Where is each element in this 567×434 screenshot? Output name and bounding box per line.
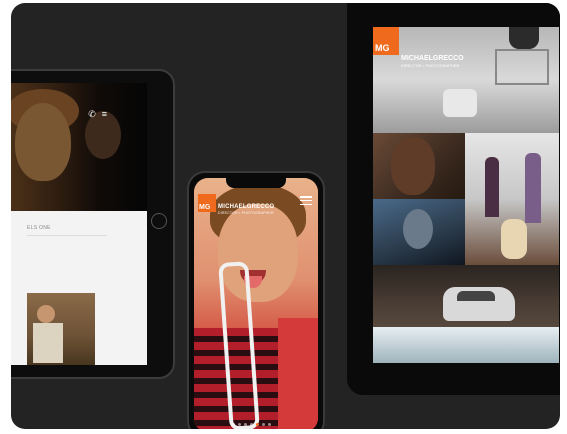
tile-person-1 [485, 157, 499, 217]
phone-logo[interactable]: MG [198, 194, 216, 212]
tile-car-window [457, 291, 495, 301]
left-thumbnail[interactable] [27, 293, 95, 365]
thumb-kid-body [33, 323, 63, 363]
phone-subtitle: DIRECTOR • PHOTOGRAPHER [218, 211, 274, 215]
left-caption: ELS ONE [27, 225, 51, 231]
home-button[interactable] [151, 213, 167, 229]
menu-icon[interactable] [300, 196, 312, 205]
gallery-tile-family[interactable] [465, 133, 559, 265]
left-nav: ✆ ≡ [88, 109, 107, 120]
right-tablet: MG MICHAELGRECCO DIRECTOR • PHOTOGRAPHER [347, 3, 560, 395]
tile-blue-face [403, 209, 433, 249]
gallery-tile-interior[interactable] [373, 27, 559, 133]
gallery-tile-car[interactable] [373, 265, 559, 363]
phone-pager[interactable] [232, 423, 271, 426]
pager-dot[interactable] [238, 423, 241, 426]
pager-dot[interactable] [250, 423, 253, 426]
phone-brand: MICHAELGRECCO [218, 204, 275, 210]
gallery-tile-portrait[interactable] [373, 133, 465, 199]
tile-person-2 [525, 153, 541, 223]
tile-wall-panel [495, 49, 549, 85]
hero-face-woman [15, 103, 71, 181]
tile-dog [501, 219, 527, 259]
pager-dot[interactable] [244, 423, 247, 426]
pager-dot[interactable] [232, 423, 235, 426]
pager-dot[interactable] [268, 423, 271, 426]
tile-man [509, 27, 539, 49]
gallery-tile-blue[interactable] [373, 199, 465, 265]
right-logo[interactable]: MG [373, 27, 399, 55]
left-divider [27, 235, 107, 236]
right-tablet-screen: MG MICHAELGRECCO DIRECTOR • PHOTOGRAPHER [373, 27, 559, 363]
phone-screen: MG MICHAELGRECCO DIRECTOR • PHOTOGRAPHER [194, 178, 318, 429]
phone-device: MG MICHAELGRECCO DIRECTOR • PHOTOGRAPHER [187, 171, 325, 429]
left-hero-image: ✆ ≡ [11, 83, 147, 211]
tile-chair [443, 89, 477, 117]
right-brand: MICHAELGRECCO [401, 55, 464, 62]
phone-notch [226, 178, 286, 188]
showcase-stage: ✆ ≡ ELS ONE MG MICHAELGRECCO DIRECTOR • … [11, 3, 560, 429]
phone-portrait-jacket [278, 318, 318, 429]
pager-dot[interactable] [262, 423, 265, 426]
tile-water-splash [373, 327, 559, 363]
right-subtitle: DIRECTOR • PHOTOGRAPHER [401, 63, 460, 68]
menu-icon[interactable]: ≡ [102, 109, 107, 120]
phone-icon[interactable]: ✆ [88, 109, 96, 120]
left-tablet-screen: ✆ ≡ ELS ONE [11, 83, 147, 365]
tile-face [391, 137, 435, 195]
thumb-kid-head [37, 305, 55, 323]
pager-dot[interactable] [256, 423, 259, 426]
left-tablet: ✆ ≡ ELS ONE [11, 69, 175, 379]
